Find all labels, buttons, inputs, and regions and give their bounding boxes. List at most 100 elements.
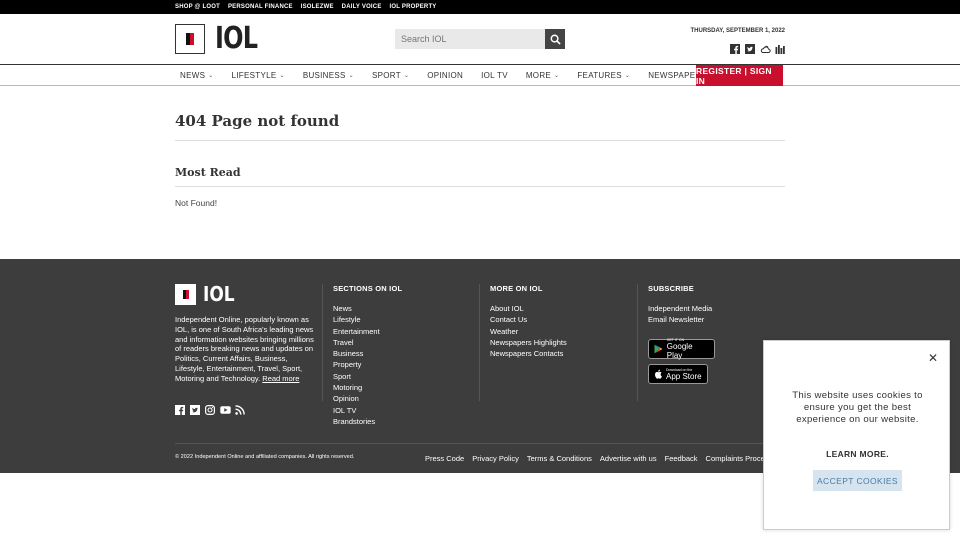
app-store-text: App Store: [666, 371, 702, 381]
close-icon[interactable]: ✕: [928, 351, 938, 365]
nav-menu: NEWS ⌄ LIFESTYLE ⌄ BUSINESS ⌄ SPORT ⌄ OPINION IOL…: [175, 65, 728, 86]
topbar-link-isolezwe[interactable]: ISOLEZWE: [301, 4, 334, 10]
footer-subscribe-link-email-newsletter[interactable]: Email Newsletter: [648, 315, 704, 324]
nav-item-lifestyle[interactable]: LIFESTYLE ⌄: [227, 65, 290, 86]
topbar-link-daily-voice[interactable]: DAILY VOICE: [342, 4, 382, 10]
current-date: THURSDAY, SEPTEMBER 1, 2022: [690, 28, 785, 34]
google-play-text: Google Play: [666, 342, 693, 360]
footer-about-text: Independent Online, popularly known as I…: [175, 315, 314, 383]
footer-section-link-lifestyle[interactable]: Lifestyle: [333, 315, 361, 324]
markets-icon[interactable]: [775, 41, 785, 54]
most-read-empty-text: Not Found!: [175, 198, 218, 208]
site-header: IOL THURSDAY, SEPTEMBER 1, 2022: [0, 14, 960, 64]
google-play-badge[interactable]: GET IT ON Google Play: [648, 338, 715, 360]
nav-item-more[interactable]: MORE ⌄: [521, 65, 565, 86]
search-button[interactable]: [545, 29, 565, 49]
more-on-iol-heading: MORE ON IOL: [490, 284, 543, 293]
footer-link-feedback[interactable]: Feedback: [665, 454, 698, 463]
footer-more-link-contact-us[interactable]: Contact Us: [490, 315, 527, 324]
weather-icon[interactable]: [760, 41, 771, 53]
footer-section-link-travel[interactable]: Travel: [333, 338, 354, 347]
chevron-down-icon: ⌄: [624, 73, 631, 79]
chevron-down-icon: ⌄: [279, 73, 285, 79]
chevron-down-icon: ⌄: [554, 73, 560, 79]
nav-item-label: NEWS: [180, 71, 206, 80]
footer-iol-logo-icon[interactable]: [175, 284, 196, 305]
facebook-icon[interactable]: [175, 402, 185, 415]
topbar-link-loot[interactable]: SHOP @ LOOT: [175, 4, 220, 10]
logo-text[interactable]: IOL: [215, 24, 258, 54]
footer-section-link-motoring[interactable]: Motoring: [333, 383, 362, 392]
facebook-icon[interactable]: [730, 41, 740, 54]
column-divider: [322, 284, 323, 401]
topbar-link-iol-property[interactable]: IOL PROPERTY: [390, 4, 437, 10]
column-divider: [637, 284, 638, 401]
google-play-icon: [654, 344, 663, 354]
nav-item-label: BUSINESS: [302, 71, 346, 80]
footer-section-link-iol-tv[interactable]: IOL TV: [333, 406, 356, 415]
search-input[interactable]: [395, 29, 545, 49]
most-read-heading: Most Read: [175, 166, 241, 179]
nav-item-label: LIFESTYLE: [231, 71, 277, 80]
top-links-bar: SHOP @ LOOT PERSONAL FINANCE ISOLEZWE DA…: [0, 0, 960, 14]
chevron-down-icon: ⌄: [403, 73, 410, 79]
search-icon: [550, 34, 561, 45]
nav-item-label: MORE: [525, 71, 552, 80]
learn-more-link[interactable]: LEARN MORE.: [764, 449, 951, 459]
footer-bottom-links: Press Code Privacy Policy Terms & Conditio…: [425, 454, 780, 463]
app-store-badge[interactable]: Download on the App Store: [648, 364, 708, 384]
twitter-icon[interactable]: [190, 402, 200, 415]
footer-logo-text[interactable]: IOL: [203, 284, 235, 305]
nav-item-label: SPORT: [372, 71, 401, 80]
footer-divider: [175, 443, 785, 444]
nav-item-opinion[interactable]: OPINION: [422, 65, 468, 86]
footer-more-link-newspapers-highlights[interactable]: Newspapers Highlights: [490, 338, 567, 347]
nav-item-iol-tv[interactable]: IOL TV: [476, 65, 513, 86]
cookie-message: This website uses cookies to ensure you …: [792, 390, 923, 425]
footer-section-link-business[interactable]: Business: [333, 349, 363, 358]
divider: [175, 140, 785, 141]
nav-item-features[interactable]: FEATURES ⌄: [572, 65, 635, 86]
nav-item-business[interactable]: BUSINESS ⌄: [298, 65, 359, 86]
nav-item-sport[interactable]: SPORT ⌄: [367, 65, 414, 86]
footer-section-link-brandstories[interactable]: Brandstories: [333, 417, 375, 426]
copyright-text: © 2022 Independent Online and affiliated…: [175, 454, 355, 460]
topbar-link-personal-finance[interactable]: PERSONAL FINANCE: [228, 4, 293, 10]
iol-logo-icon[interactable]: [175, 24, 205, 54]
register-sign-in-button[interactable]: REGISTER | SIGN IN: [696, 65, 783, 86]
footer-more-link-weather[interactable]: Weather: [490, 327, 518, 336]
footer-more-link-newspapers-contacts[interactable]: Newspapers Contacts: [490, 349, 563, 358]
footer-more-link-about-iol[interactable]: About IOL: [490, 304, 524, 313]
footer-link-privacy-policy[interactable]: Privacy Policy: [472, 454, 519, 463]
sections-list: News Lifestyle Entertainment Travel Business…: [333, 303, 380, 427]
footer-subscribe-link-independent-media[interactable]: Independent Media: [648, 304, 712, 313]
accept-cookies-button[interactable]: ACCEPT COOKIES: [813, 470, 902, 491]
instagram-icon[interactable]: [205, 402, 216, 416]
footer-section-link-property[interactable]: Property: [333, 360, 361, 369]
subscribe-list: Independent Media Email Newsletter: [648, 303, 712, 326]
nav-item-news[interactable]: NEWS ⌄: [175, 65, 219, 86]
column-divider: [479, 284, 480, 401]
sections-heading: SECTIONS ON IOL: [333, 284, 403, 293]
nav-item-label: OPINION: [427, 71, 464, 80]
chevron-down-icon: ⌄: [208, 73, 214, 79]
apple-icon: [655, 369, 662, 379]
footer-link-advertise-with-us[interactable]: Advertise with us: [600, 454, 657, 463]
footer-section-link-entertainment[interactable]: Entertainment: [333, 327, 380, 336]
search-bar: [395, 29, 565, 49]
rss-icon[interactable]: [235, 402, 245, 415]
main-content: 404 Page not found Most Read Not Found!: [0, 86, 960, 259]
footer-link-terms-conditions[interactable]: Terms & Conditions: [527, 454, 592, 463]
footer-section-link-opinion[interactable]: Opinion: [333, 394, 359, 403]
subscribe-heading: SUBSCRIBE: [648, 284, 694, 293]
nav-item-label: FEATURES: [577, 71, 622, 80]
footer-section-link-sport[interactable]: Sport: [333, 372, 351, 381]
header-social-icons: [730, 41, 785, 54]
twitter-icon[interactable]: [745, 41, 755, 54]
footer-link-press-code[interactable]: Press Code: [425, 454, 464, 463]
divider: [175, 186, 785, 187]
youtube-icon[interactable]: [220, 402, 231, 414]
footer-section-link-news[interactable]: News: [333, 304, 352, 313]
more-on-iol-list: About IOL Contact Us Weather Newspapers Hig…: [490, 303, 567, 359]
read-more-link[interactable]: Read more: [262, 374, 299, 383]
